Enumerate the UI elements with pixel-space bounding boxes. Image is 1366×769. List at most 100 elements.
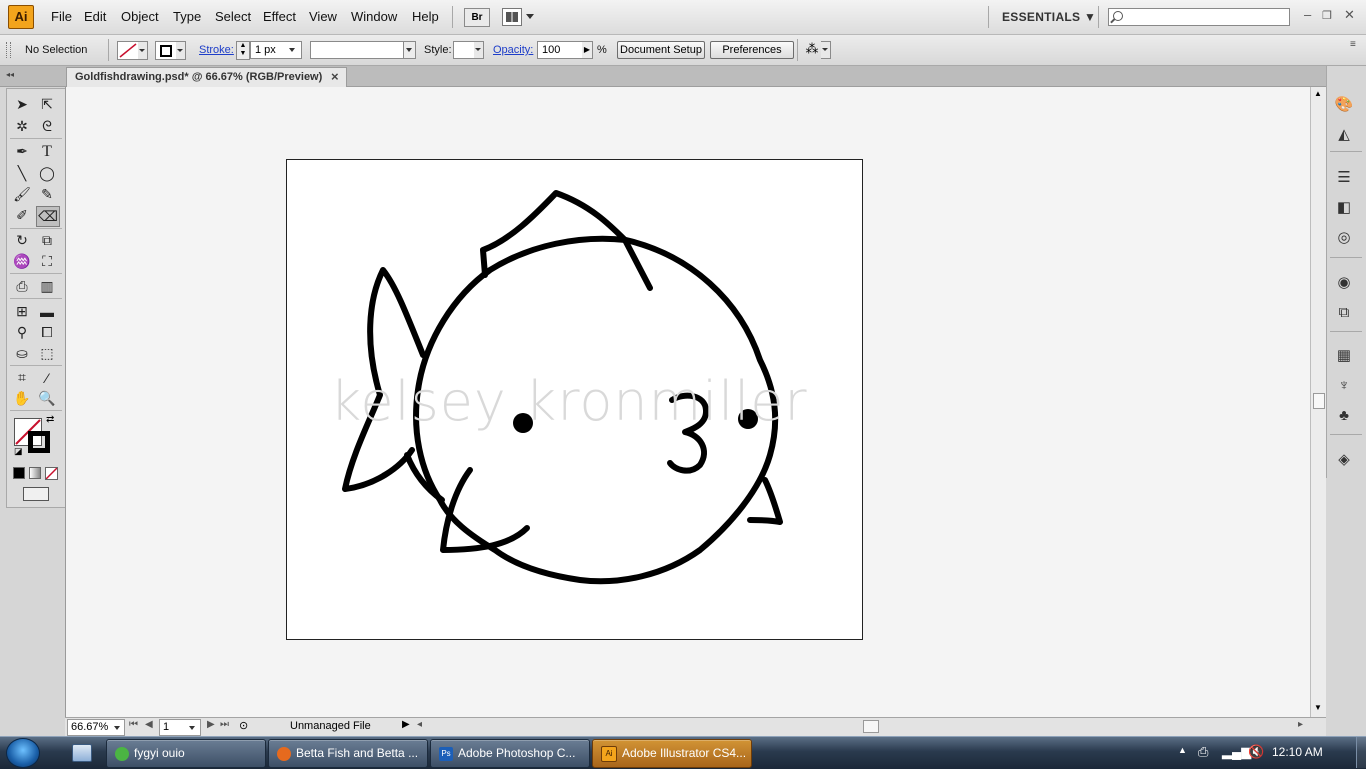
mesh-tool-icon[interactable]: ⊞ (11, 302, 33, 321)
chevron-down-icon[interactable] (114, 726, 120, 730)
start-button[interactable] (6, 738, 40, 768)
show-desktop-icon[interactable] (72, 744, 92, 762)
gradient-tool-icon[interactable]: ▬ (36, 302, 58, 321)
status-menu-icon[interactable]: ▶ (402, 719, 410, 730)
chevron-down-icon[interactable] (526, 14, 534, 19)
eraser-tool-icon[interactable]: ⌫ (36, 206, 60, 227)
artboard-tool-icon[interactable]: ⌗ (11, 368, 33, 387)
taskbar-item-firefox[interactable]: Betta Fish and Betta ... (268, 739, 428, 768)
opacity-slider-button[interactable]: ▶ (582, 41, 593, 59)
document-setup-button[interactable]: Document Setup (617, 41, 705, 59)
menu-effect[interactable]: Effect (263, 9, 296, 24)
none-mode-icon[interactable] (45, 467, 58, 480)
tools-collapse-icon[interactable]: ◂◂ (6, 70, 64, 82)
menu-file[interactable]: File (51, 9, 72, 24)
brushes-panel-icon[interactable]: ♆ (1333, 375, 1355, 395)
stroke-weight-field[interactable]: 1 px (250, 41, 302, 59)
menu-object[interactable]: Object (121, 9, 159, 24)
fill-swatch[interactable] (117, 41, 139, 60)
stroke-panel-icon[interactable]: ☰ (1333, 167, 1355, 187)
default-colors-icon[interactable]: ◪ (14, 446, 23, 457)
appearance-panel-icon[interactable]: ◉ (1333, 272, 1355, 292)
menu-view[interactable]: View (309, 9, 337, 24)
first-artboard-icon[interactable]: ⏮ (129, 719, 138, 730)
column-graph-tool-icon[interactable]: ▥ (36, 277, 58, 296)
free-transform-tool-icon[interactable]: ⛶ (36, 252, 58, 271)
stroke-swatch[interactable] (155, 41, 177, 60)
rotate-tool-icon[interactable]: ↻ (11, 231, 33, 250)
hand-tool-icon[interactable]: ✋ (11, 389, 33, 408)
color-guide-icon[interactable]: ◭ (1333, 124, 1355, 144)
chevron-down-icon[interactable] (289, 48, 295, 52)
taskbar-item-chrome[interactable]: fygyi ouio (106, 739, 266, 768)
pencil-tool-icon[interactable]: ✎ (36, 185, 58, 204)
live-paint-bucket-tool-icon[interactable]: ⛀ (11, 344, 33, 363)
swap-fill-stroke-icon[interactable]: ⇄ (46, 414, 54, 425)
layers-panel-icon[interactable]: ◈ (1333, 449, 1355, 469)
menu-edit[interactable]: Edit (84, 9, 106, 24)
scale-tool-icon[interactable]: ⧉ (36, 231, 58, 250)
next-artboard-icon[interactable]: ▶ (207, 719, 215, 730)
device-icon[interactable]: ⎙ (1198, 744, 1208, 760)
system-clock[interactable]: 12:10 AM (1272, 745, 1323, 759)
live-paint-selection-tool-icon[interactable]: ⬚ (36, 344, 58, 363)
dropdown-button[interactable] (403, 42, 415, 58)
taskbar-item-photoshop[interactable]: Ps Adobe Photoshop C... (430, 739, 590, 768)
menu-select[interactable]: Select (215, 9, 251, 24)
vertical-scrollbar[interactable]: ▲ ▼ (1310, 87, 1326, 717)
selection-tool-icon[interactable]: ➤ (11, 95, 33, 114)
help-search-input[interactable] (1108, 8, 1290, 26)
show-hidden-icons[interactable]: ▲ (1178, 745, 1187, 755)
fill-dropdown[interactable] (138, 41, 148, 60)
pen-tool-icon[interactable]: ✒ (11, 142, 33, 161)
panel-grip[interactable] (6, 42, 11, 58)
paintbrush-tool-icon[interactable]: 🖌 (11, 185, 33, 204)
style-dropdown[interactable] (474, 41, 484, 59)
arrange-documents-icon[interactable] (502, 8, 522, 26)
menu-type[interactable]: Type (173, 9, 201, 24)
symbol-sprayer-tool-icon[interactable]: ⎙ (11, 277, 33, 296)
eyedropper-tool-icon[interactable]: ⚲ (11, 323, 33, 342)
opacity-label[interactable]: Opacity: (493, 44, 533, 56)
blend-tool-icon[interactable]: ⧠ (36, 323, 58, 342)
taskbar-item-illustrator[interactable]: Ai Adobe Illustrator CS4... (592, 739, 752, 768)
stroke-dropdown[interactable] (176, 41, 186, 60)
vertical-scroll-thumb[interactable] (1313, 393, 1325, 409)
screen-mode-icon[interactable] (23, 487, 49, 501)
volume-muted-icon[interactable]: 🔇 (1248, 744, 1264, 760)
panel-menu-icon[interactable]: ≡ (1350, 39, 1356, 50)
minimize-button[interactable]: – (1304, 7, 1311, 22)
gradient-panel-icon[interactable]: ◧ (1333, 197, 1355, 217)
transparency-panel-icon[interactable]: ◎ (1333, 227, 1355, 247)
close-tab-icon[interactable]: × (331, 69, 339, 84)
symbols-panel-icon[interactable]: ♣ (1333, 405, 1355, 425)
scroll-up-icon[interactable]: ▲ (1314, 89, 1322, 98)
artboard-number-field[interactable]: 1 (159, 719, 201, 736)
blob-brush-tool-icon[interactable]: ✐ (11, 206, 33, 225)
graphic-styles-panel-icon[interactable]: ⧉ (1333, 302, 1355, 322)
color-panel-icon[interactable]: 🎨 (1333, 94, 1355, 114)
zoom-tool-icon[interactable]: 🔍 (36, 389, 58, 408)
graphic-style-swatch[interactable] (453, 41, 475, 59)
stroke-weight-stepper[interactable]: ▲ ▼ (236, 41, 250, 60)
chevron-down-icon[interactable] (189, 726, 195, 730)
menu-help[interactable]: Help (412, 9, 439, 24)
preferences-button[interactable]: Preferences (710, 41, 794, 59)
warp-tool-icon[interactable]: ♒ (11, 252, 33, 271)
brush-definition-dropdown[interactable] (310, 41, 416, 59)
opacity-field[interactable]: 100 (537, 41, 583, 59)
bridge-button[interactable]: Br (464, 8, 490, 27)
zoom-field[interactable]: 66.67% (67, 719, 125, 736)
stroke-box[interactable] (28, 431, 50, 453)
swatches-panel-icon[interactable]: ▦ (1333, 345, 1355, 365)
menu-window[interactable]: Window (351, 9, 397, 24)
network-icon[interactable]: ▂▄▆ (1222, 744, 1251, 760)
scroll-right-icon[interactable]: ▸ (1298, 719, 1303, 730)
lasso-tool-icon[interactable]: ᘓ (36, 117, 58, 136)
scroll-left-icon[interactable]: ◂ (417, 719, 422, 730)
horizontal-scroll-thumb[interactable] (863, 720, 879, 733)
document-tab[interactable]: Goldfishdrawing.psd* @ 66.67% (RGB/Previ… (66, 67, 347, 87)
last-artboard-icon[interactable]: ⏭ (220, 719, 229, 730)
magic-wand-tool-icon[interactable]: ✲ (11, 117, 33, 136)
workspace-switcher[interactable]: ESSENTIALS ▼ (1002, 10, 1096, 24)
